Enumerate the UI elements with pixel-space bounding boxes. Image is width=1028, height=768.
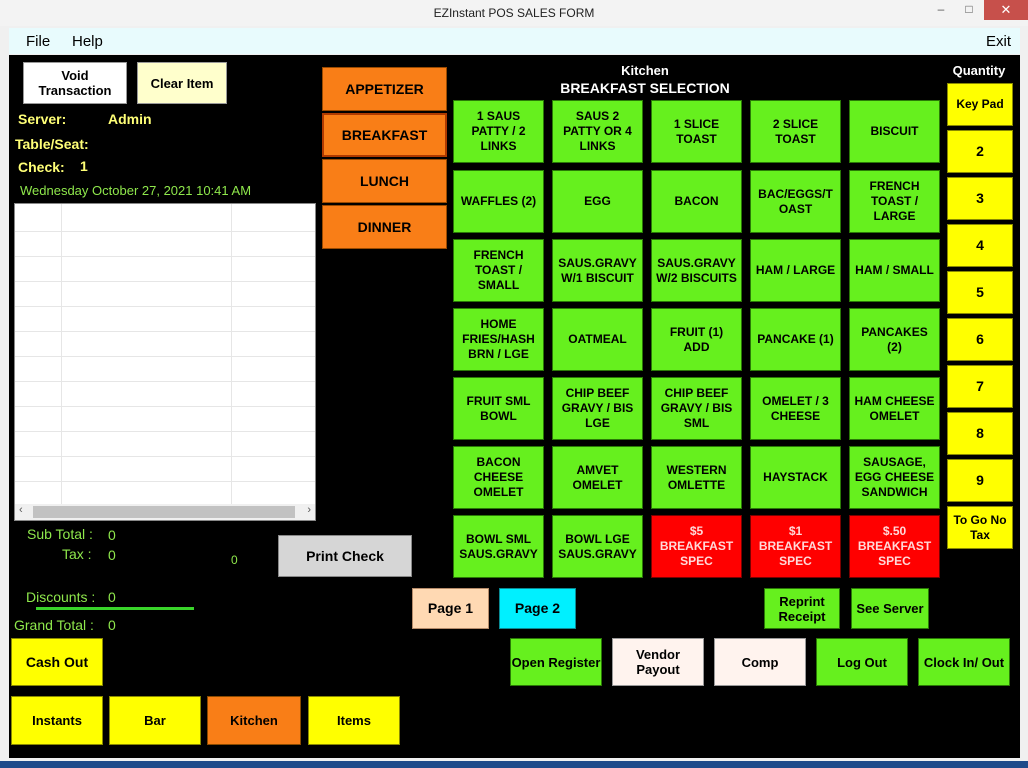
- order-grid[interactable]: ‹ ›: [14, 203, 316, 521]
- quantity-button[interactable]: 7: [947, 365, 1013, 408]
- quantity-button[interactable]: 6: [947, 318, 1013, 361]
- category-dinner[interactable]: DINNER: [322, 205, 447, 249]
- tab-kitchen[interactable]: Kitchen: [207, 696, 301, 745]
- minimize-button[interactable]: –: [930, 0, 952, 20]
- menu-item-button[interactable]: BISCUIT: [849, 100, 940, 163]
- menu-bar: [9, 28, 1020, 54]
- close-button[interactable]: ✕: [984, 0, 1028, 20]
- menu-item-button[interactable]: PANCAKE (1): [750, 308, 841, 371]
- tab-bar[interactable]: Bar: [109, 696, 201, 745]
- divider-line: [36, 607, 194, 610]
- misc-total-value: 0: [231, 553, 238, 567]
- menu-item-button[interactable]: HAYSTACK: [750, 446, 841, 509]
- open-register-button[interactable]: Open Register: [510, 638, 602, 686]
- datetime: Wednesday October 27, 2021 10:41 AM: [20, 183, 252, 198]
- category-appetizer[interactable]: APPETIZER: [322, 67, 447, 111]
- menu-item-button[interactable]: $5 BREAKFAST SPEC: [651, 515, 742, 578]
- void-transaction-button[interactable]: Void Transaction: [23, 62, 127, 104]
- menu-item-button[interactable]: WAFFLES (2): [453, 170, 544, 233]
- menu-item-button[interactable]: 1 SAUS PATTY / 2 LINKS: [453, 100, 544, 163]
- menu-file[interactable]: File: [26, 33, 50, 50]
- menu-item-button[interactable]: SAUS.GRAVY W/1 BISCUIT: [552, 239, 643, 302]
- menu-item-button[interactable]: HAM / LARGE: [750, 239, 841, 302]
- maximize-button[interactable]: □: [958, 0, 980, 20]
- table-seat-label: Table/Seat:: [15, 136, 89, 152]
- menu-item-button[interactable]: CHIP BEEF GRAVY / BIS LGE: [552, 377, 643, 440]
- tab-instants[interactable]: Instants: [11, 696, 103, 745]
- category-lunch[interactable]: LUNCH: [322, 159, 447, 203]
- menu-item-button[interactable]: OMELET / 3 CHEESE: [750, 377, 841, 440]
- menu-exit[interactable]: Exit: [986, 33, 1011, 50]
- quantity-button[interactable]: 8: [947, 412, 1013, 455]
- log-out-button[interactable]: Log Out: [816, 638, 908, 686]
- quantity-button[interactable]: 3: [947, 177, 1013, 220]
- check-value: 1: [80, 158, 88, 174]
- quantity-button[interactable]: 4: [947, 224, 1013, 267]
- category-breakfast[interactable]: BREAKFAST: [322, 113, 447, 157]
- taskbar-strip: [0, 761, 1028, 768]
- menu-item-button[interactable]: SAUS.GRAVY W/2 BISCUITS: [651, 239, 742, 302]
- comp-button[interactable]: Comp: [714, 638, 806, 686]
- menu-item-button[interactable]: $.50 BREAKFAST SPEC: [849, 515, 940, 578]
- menu-item-button[interactable]: HAM CHEESE OMELET: [849, 377, 940, 440]
- menu-item-button[interactable]: BOWL SML SAUS.GRAVY: [453, 515, 544, 578]
- menu-item-button[interactable]: FRUIT (1) ADD: [651, 308, 742, 371]
- print-check-button[interactable]: Print Check: [278, 535, 412, 577]
- tab-items[interactable]: Items: [308, 696, 400, 745]
- menu-item-button[interactable]: FRUIT SML BOWL: [453, 377, 544, 440]
- tax-value: 0: [108, 547, 116, 563]
- menu-item-button[interactable]: OATMEAL: [552, 308, 643, 371]
- page-1-button[interactable]: Page 1: [412, 588, 489, 629]
- window-title: EZInstant POS SALES FORM: [433, 6, 595, 20]
- menu-item-button[interactable]: EGG: [552, 170, 643, 233]
- menu-item-button[interactable]: BOWL LGE SAUS.GRAVY: [552, 515, 643, 578]
- cash-out-button[interactable]: Cash Out: [11, 638, 103, 686]
- key-pad-button[interactable]: Key Pad: [947, 83, 1013, 126]
- quantity-button[interactable]: 2: [947, 130, 1013, 173]
- reprint-receipt-button[interactable]: Reprint Receipt: [764, 588, 840, 629]
- server-label: Server:: [18, 111, 67, 127]
- to-go-no-tax-button[interactable]: To Go No Tax: [947, 506, 1013, 549]
- subtotal-label: Sub Total :: [27, 526, 93, 542]
- menu-item-button[interactable]: HAM / SMALL: [849, 239, 940, 302]
- vendor-payout-button[interactable]: Vendor Payout: [612, 638, 704, 686]
- clock-in-out-button[interactable]: Clock In/ Out: [918, 638, 1010, 686]
- menu-item-button[interactable]: 2 SLICE TOAST: [750, 100, 841, 163]
- menu-item-button[interactable]: SAUS 2 PATTY OR 4 LINKS: [552, 100, 643, 163]
- menu-item-button[interactable]: FRENCH TOAST / LARGE: [849, 170, 940, 233]
- grand-total-label: Grand Total :: [14, 617, 94, 633]
- kitchen-header: Kitchen: [621, 63, 669, 78]
- menu-item-button[interactable]: CHIP BEEF GRAVY / BIS SML: [651, 377, 742, 440]
- subtotal-value: 0: [108, 527, 116, 543]
- menu-item-button[interactable]: SAUSAGE, EGG CHEESE SANDWICH: [849, 446, 940, 509]
- menu-item-button[interactable]: WESTERN OMLETTE: [651, 446, 742, 509]
- quantity-button[interactable]: 9: [947, 459, 1013, 502]
- menu-item-button[interactable]: AMVET OMELET: [552, 446, 643, 509]
- discounts-label: Discounts :: [26, 589, 96, 605]
- quantity-header: Quantity: [952, 63, 1006, 78]
- selection-header: BREAKFAST SELECTION: [560, 80, 730, 96]
- scroll-right-icon[interactable]: ›: [307, 504, 311, 516]
- clear-item-button[interactable]: Clear Item: [137, 62, 227, 104]
- discounts-value: 0: [108, 589, 116, 605]
- horizontal-scrollbar[interactable]: ‹ ›: [15, 504, 315, 520]
- scroll-thumb[interactable]: [33, 506, 295, 518]
- server-value: Admin: [108, 111, 152, 127]
- scroll-left-icon[interactable]: ‹: [19, 504, 23, 516]
- menu-help[interactable]: Help: [72, 33, 103, 50]
- page-2-button[interactable]: Page 2: [499, 588, 576, 629]
- quantity-button[interactable]: 5: [947, 271, 1013, 314]
- menu-item-button[interactable]: $1 BREAKFAST SPEC: [750, 515, 841, 578]
- menu-item-button[interactable]: HOME FRIES/HASH BRN / LGE: [453, 308, 544, 371]
- menu-item-button[interactable]: BAC/EGGS/T OAST: [750, 170, 841, 233]
- see-server-button[interactable]: See Server: [851, 588, 929, 629]
- menu-item-button[interactable]: BACON: [651, 170, 742, 233]
- check-label: Check:: [18, 159, 65, 175]
- menu-item-button[interactable]: FRENCH TOAST / SMALL: [453, 239, 544, 302]
- grand-total-value: 0: [108, 617, 116, 633]
- tax-label: Tax :: [62, 546, 92, 562]
- menu-item-button[interactable]: BACON CHEESE OMELET: [453, 446, 544, 509]
- menu-item-button[interactable]: 1 SLICE TOAST: [651, 100, 742, 163]
- menu-item-button[interactable]: PANCAKES (2): [849, 308, 940, 371]
